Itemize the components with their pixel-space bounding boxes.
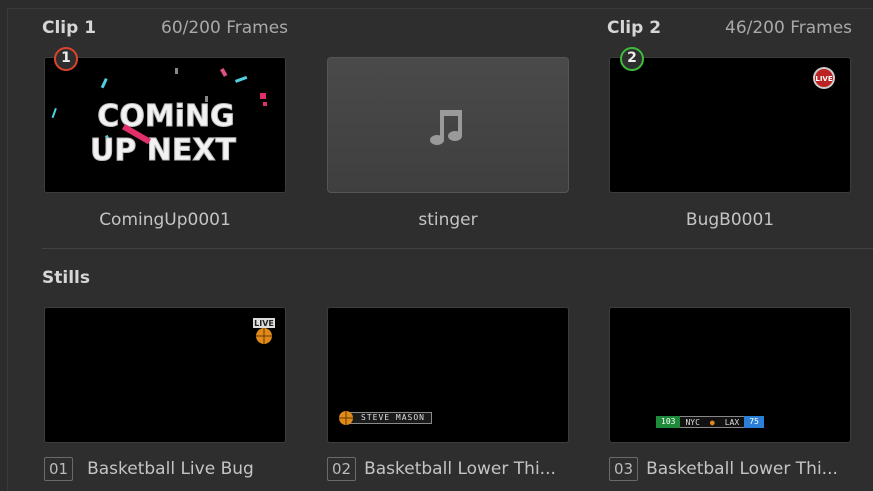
clip-name-bug: BugB0001 — [685, 210, 775, 230]
clip2-frames: 46/200 Frames — [725, 18, 853, 38]
clip1-badge: 1 — [54, 47, 78, 71]
coming-up-next-art: COMiNG UP NEXT — [45, 58, 285, 192]
still-label-01: 01 Basketball Live Bug — [44, 457, 254, 481]
clip-thumbnail-bug[interactable]: LIVE — [609, 57, 851, 193]
still-index: 02 — [327, 457, 357, 481]
live-bug-logo: LIVE — [813, 67, 835, 89]
home-score: 103 — [656, 416, 681, 428]
svg-text:LIVE: LIVE — [815, 75, 832, 83]
svg-text:LIVE: LIVE — [254, 319, 274, 328]
still-index: 01 — [44, 457, 74, 481]
scoreboard-graphic: 103 NYC ● LAX 75 — [656, 416, 764, 428]
basketball-icon: ● — [704, 416, 720, 428]
lower-third-graphic: STEVE MASON — [338, 411, 432, 425]
still-name: Basketball Live Bug — [87, 459, 254, 479]
home-team: NYC — [680, 416, 705, 428]
svg-text:COMiNG: COMiNG — [97, 99, 234, 134]
still-name: Basketball Lower Thi... — [646, 459, 838, 479]
clip-thumbnail-stinger[interactable] — [327, 57, 569, 193]
clip-name-comingup: ComingUp0001 — [99, 210, 231, 230]
stills-section-title: Stills — [42, 268, 90, 288]
music-note-icon — [430, 110, 462, 145]
svg-text:UP NEXT: UP NEXT — [90, 133, 237, 168]
still-thumbnail-lower-third[interactable]: STEVE MASON — [327, 307, 569, 443]
clip1-frames: 60/200 Frames — [161, 18, 289, 38]
still-thumbnail-scoreboard[interactable]: 103 NYC ● LAX 75 — [609, 307, 851, 443]
clip2-label: Clip 2 — [607, 18, 662, 38]
away-score: 75 — [744, 416, 764, 428]
still-label-03: 03 Basketball Lower Thi... — [609, 457, 838, 481]
clip1-label: Clip 1 — [42, 18, 97, 38]
basketball-icon — [339, 411, 353, 425]
away-team: LAX — [719, 416, 745, 428]
lower-third-name: STEVE MASON — [348, 412, 432, 424]
still-label-02: 02 Basketball Lower Thi... — [327, 457, 556, 481]
clip2-badge: 2 — [620, 47, 644, 71]
still-index: 03 — [609, 457, 639, 481]
still-thumbnail-live-bug[interactable]: LIVE — [44, 307, 286, 443]
clip-thumbnail-comingup[interactable]: COMiNG UP NEXT — [44, 57, 286, 193]
still-name: Basketball Lower Thi... — [364, 459, 556, 479]
live-bug-logo: LIVE — [253, 318, 275, 344]
section-divider — [42, 248, 873, 249]
clip-name-stinger: stinger — [418, 210, 478, 230]
